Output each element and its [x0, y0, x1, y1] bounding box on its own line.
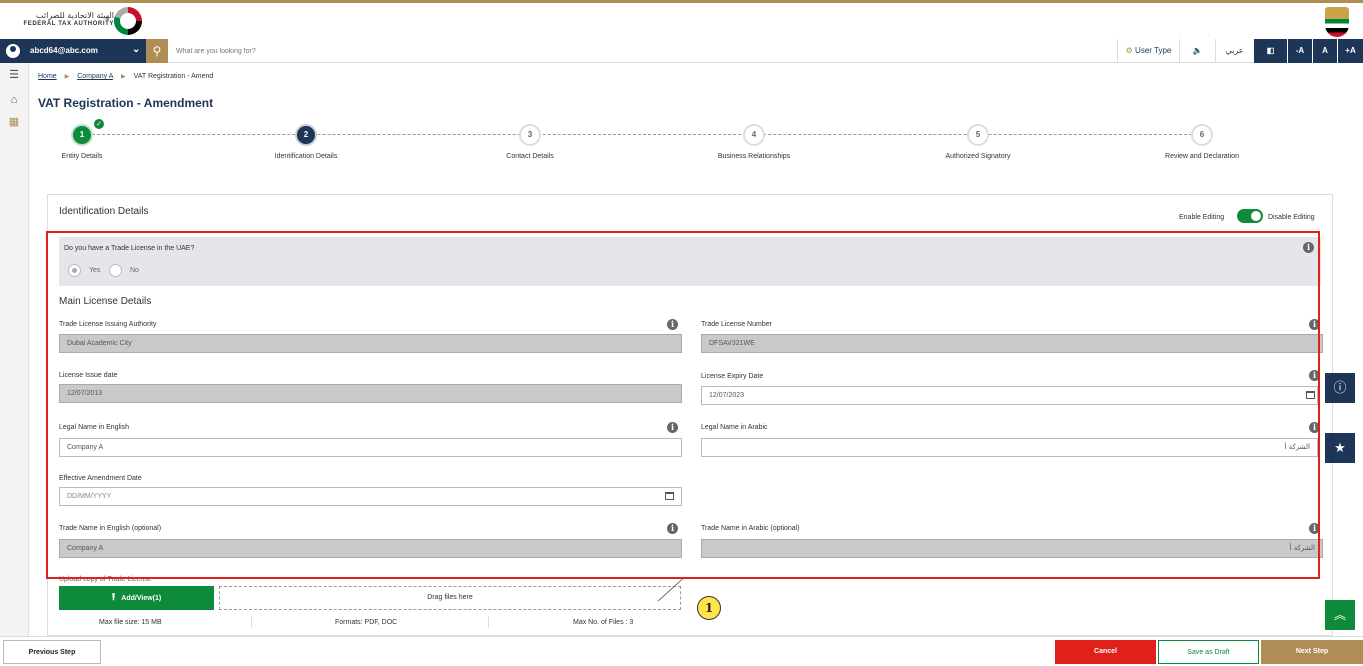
search-button[interactable]: ⚲	[146, 39, 168, 63]
search-input[interactable]	[176, 43, 676, 59]
contrast-button[interactable]: ◧	[1253, 39, 1287, 63]
grid-icon[interactable]: ▦	[7, 115, 21, 129]
speaker-button[interactable]: 🔈	[1179, 39, 1215, 63]
speaker-icon: 🔈	[1192, 46, 1203, 55]
breadcrumb-separator-icon: ▶	[120, 74, 126, 80]
next-step-button[interactable]: Next Step	[1261, 640, 1363, 664]
home-icon[interactable]: ⌂	[7, 93, 21, 107]
cancel-button[interactable]: Cancel	[1055, 640, 1156, 664]
user-menu[interactable]: abcd64@abc.com ⌄	[0, 39, 146, 63]
step-5-label: Authorized Signatory	[945, 153, 1011, 160]
upload-icon: ⭱	[111, 592, 116, 603]
file-drop-zone[interactable]: Drag files here	[219, 586, 681, 610]
uae-emblem-icon	[1325, 7, 1349, 37]
step-1-label: Entity Details	[61, 153, 103, 160]
step-6-indicator[interactable]: 6	[1191, 124, 1213, 146]
step-1-indicator[interactable]: 1	[71, 124, 93, 146]
double-chevron-up-icon: ︽	[1333, 608, 1346, 622]
section-title: Identification Details	[59, 206, 149, 217]
font-normal-button[interactable]: A	[1312, 39, 1337, 63]
top-navbar: abcd64@abc.com ⌄ ⚲ ⚙ User Type 🔈 عربي ◧ …	[0, 39, 1363, 63]
user-type-label: User Type	[1135, 46, 1172, 55]
chevron-down-icon: ⌄	[132, 44, 141, 55]
user-type-button[interactable]: ⚙ User Type	[1117, 39, 1179, 63]
breadcrumb: Home ▶ Company A ▶ VAT Registration - Am…	[38, 73, 213, 80]
stepper-line	[82, 134, 1202, 135]
breadcrumb-current: VAT Registration - Amend	[133, 73, 214, 80]
user-email: abcd64@abc.com	[30, 46, 98, 55]
font-decrease-button[interactable]: -A	[1287, 39, 1312, 63]
previous-step-button[interactable]: Previous Step	[3, 640, 101, 664]
step-3-label: Contact Details	[506, 153, 554, 160]
divider	[488, 616, 489, 628]
breadcrumb-company[interactable]: Company A	[77, 73, 113, 80]
breadcrumb-home[interactable]: Home	[38, 73, 57, 80]
logo-english: FEDERAL TAX AUTHORITY	[23, 21, 114, 27]
fta-logo-text[interactable]: الهيئة الاتحادية للضرائب FEDERAL TAX AUT…	[10, 11, 115, 28]
max-file-size: Max file size: 15 MB	[99, 619, 162, 626]
sidebar: ☰ ⌂ ▦	[0, 63, 29, 636]
highlight-box	[46, 231, 1320, 579]
enable-editing-label: Enable Editing	[1179, 214, 1225, 221]
logo-bar: الهيئة الاتحادية للضرائب FEDERAL TAX AUT…	[0, 3, 1363, 39]
editing-toggle[interactable]	[1237, 209, 1263, 223]
divider	[251, 616, 252, 628]
file-formats: Formats: PDF, DOC	[335, 619, 398, 626]
logo-arabic: الهيئة الاتحادية للضرائب	[36, 11, 114, 20]
info-icon: ⓘ	[1333, 380, 1347, 395]
add-view-button[interactable]: ⭱ Add/View(1)	[59, 586, 214, 610]
step-5-indicator[interactable]: 5	[967, 124, 989, 146]
step-2-label: Identification Details	[274, 153, 338, 160]
callout-badge: 1	[697, 596, 721, 620]
step-6-label: Review and Declaration	[1165, 153, 1239, 160]
search-icon: ⚲	[152, 44, 162, 58]
footer-bar: Previous Step Cancel Save as Draft Next …	[0, 636, 1363, 666]
step-4-label: Business Relationships	[717, 153, 791, 160]
max-files: Max No. of Files : 3	[573, 619, 634, 626]
disable-editing-label: Disable Editing	[1268, 214, 1315, 221]
check-icon: ✓	[93, 118, 105, 130]
hamburger-menu-icon[interactable]: ☰	[7, 68, 21, 82]
contrast-icon: ◧	[1266, 46, 1275, 55]
user-avatar-icon	[6, 44, 20, 58]
scroll-top-button[interactable]: ︽	[1325, 600, 1355, 630]
step-4-indicator[interactable]: 4	[743, 124, 765, 146]
fta-logo-icon[interactable]	[114, 7, 142, 35]
info-fab-button[interactable]: ⓘ	[1325, 373, 1355, 403]
step-3-indicator[interactable]: 3	[519, 124, 541, 146]
gear-icon: ⚙	[1125, 46, 1133, 55]
star-icon: ★	[1334, 440, 1346, 455]
page-title: VAT Registration - Amendment	[38, 96, 214, 110]
font-increase-button[interactable]: +A	[1337, 39, 1363, 63]
favorites-fab-button[interactable]: ★	[1325, 433, 1355, 463]
add-view-label: Add/View(1)	[121, 595, 162, 602]
breadcrumb-separator-icon: ▶	[64, 74, 70, 80]
language-toggle[interactable]: عربي	[1215, 39, 1253, 63]
step-2-indicator[interactable]: 2	[295, 124, 317, 146]
save-draft-button[interactable]: Save as Draft	[1158, 640, 1259, 664]
